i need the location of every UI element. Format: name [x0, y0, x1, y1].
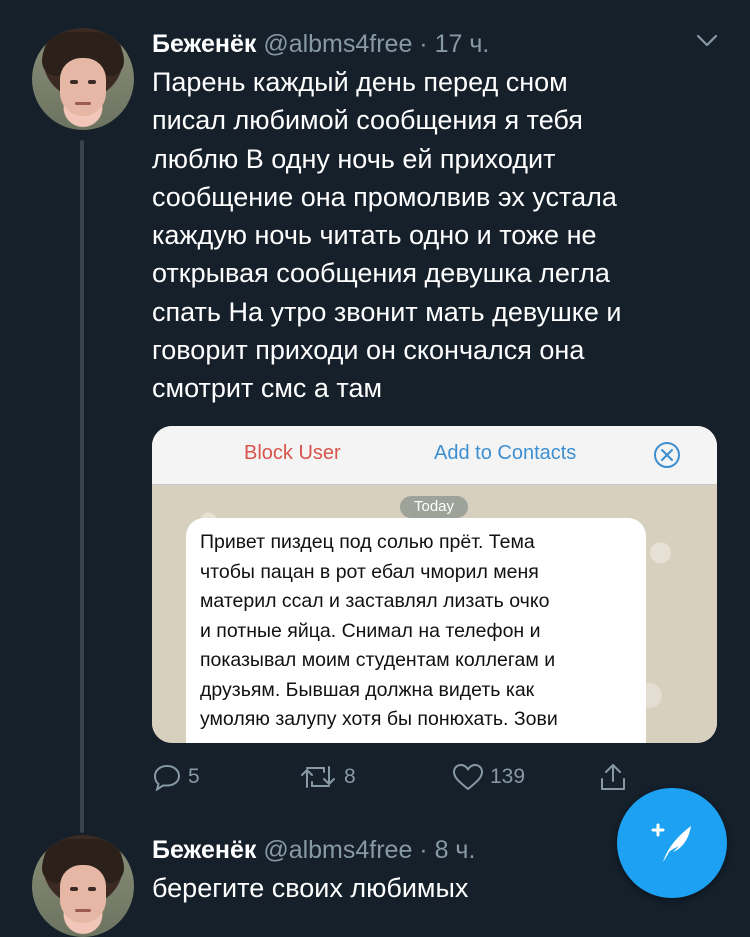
date-badge: Today: [400, 496, 468, 518]
message-text: Привет пиздец под солью прёт. Тема чтобы…: [200, 528, 640, 735]
heart-icon: [453, 764, 483, 790]
share-button[interactable]: [598, 762, 634, 792]
message-line: показывал моим студентам коллегам и: [200, 649, 556, 671]
chat-top-bar: Block User Add to Contacts: [152, 426, 717, 485]
tweet-text-line: спать На утро звонит мать девушке и: [152, 296, 622, 327]
message-line: материл ссал и заставлял лизать очко: [200, 590, 550, 612]
compose-tweet-icon: [651, 823, 691, 862]
tweet-text-line: писал любимой сообщения я тебя: [152, 105, 583, 136]
tweet-text: берегите своих любимых: [152, 869, 468, 907]
tweet-text-line: смотрит смс а там: [152, 373, 383, 404]
retweet-icon: [301, 766, 335, 788]
display-name[interactable]: Беженёк: [152, 30, 256, 58]
tweet-header: Беженёк @albms4free · 8 ч.: [152, 834, 475, 866]
compose-tweet-button[interactable]: [617, 788, 727, 898]
share-icon: [601, 764, 625, 790]
thread-line: [80, 140, 84, 833]
message-line: чтобы пацан в рот ебал чморил меня: [200, 560, 539, 583]
display-name[interactable]: Беженёк: [152, 836, 256, 864]
tweet-header: Беженёк @albms4free · 17 ч.: [152, 28, 489, 60]
block-user-button: Block User: [244, 442, 341, 464]
like-count: 139: [490, 765, 526, 788]
close-icon: [654, 442, 680, 468]
tweet-text-line: сообщение она промолвив эх устала: [152, 181, 617, 212]
retweet-button[interactable]: 8: [298, 762, 356, 792]
avatar[interactable]: [32, 28, 134, 130]
avatar[interactable]: [32, 835, 134, 937]
tweet-text: Парень каждый день перед сном писал люби…: [152, 63, 622, 408]
tweet-text-line: каждую ночь читать одно и тоже не: [152, 220, 597, 251]
tweet-text-line: люблю В одну ночь ей приходит: [152, 143, 556, 174]
tweet-text-line: Парень каждый день перед сном: [152, 67, 568, 97]
message-line: Привет пиздец под солью прёт. Тема: [200, 531, 535, 553]
message-bubble: Привет пиздец под солью прёт. Тема чтобы…: [186, 518, 646, 743]
handle-and-time[interactable]: @albms4free · 8 ч.: [263, 836, 475, 864]
like-button[interactable]: 139: [452, 762, 525, 792]
message-line: умоляю залупу хотя бы понюхать. Зови: [200, 708, 558, 730]
reply-count: 5: [188, 765, 200, 788]
message-line: и потные яйца. Снимал на телефон и: [200, 619, 541, 642]
retweet-count: 8: [344, 765, 356, 788]
reply-icon: [153, 764, 181, 791]
chevron-down-icon[interactable]: [696, 34, 718, 48]
reply-button[interactable]: 5: [152, 762, 200, 792]
tweet-text-line: открывая сообщения девушка легла: [152, 258, 610, 289]
message-line: друзьям. Бывшая должна видеть как: [200, 678, 535, 701]
tweet-text-line: говорит приходи он скончался она: [152, 335, 585, 366]
add-to-contacts-button: Add to Contacts: [434, 442, 577, 464]
tweet-text-line: берегите своих любимых: [152, 873, 469, 903]
handle-and-time[interactable]: @albms4free · 17 ч.: [263, 30, 489, 58]
tweet-media-image[interactable]: Block User Add to Contacts Today Привет …: [152, 426, 717, 743]
